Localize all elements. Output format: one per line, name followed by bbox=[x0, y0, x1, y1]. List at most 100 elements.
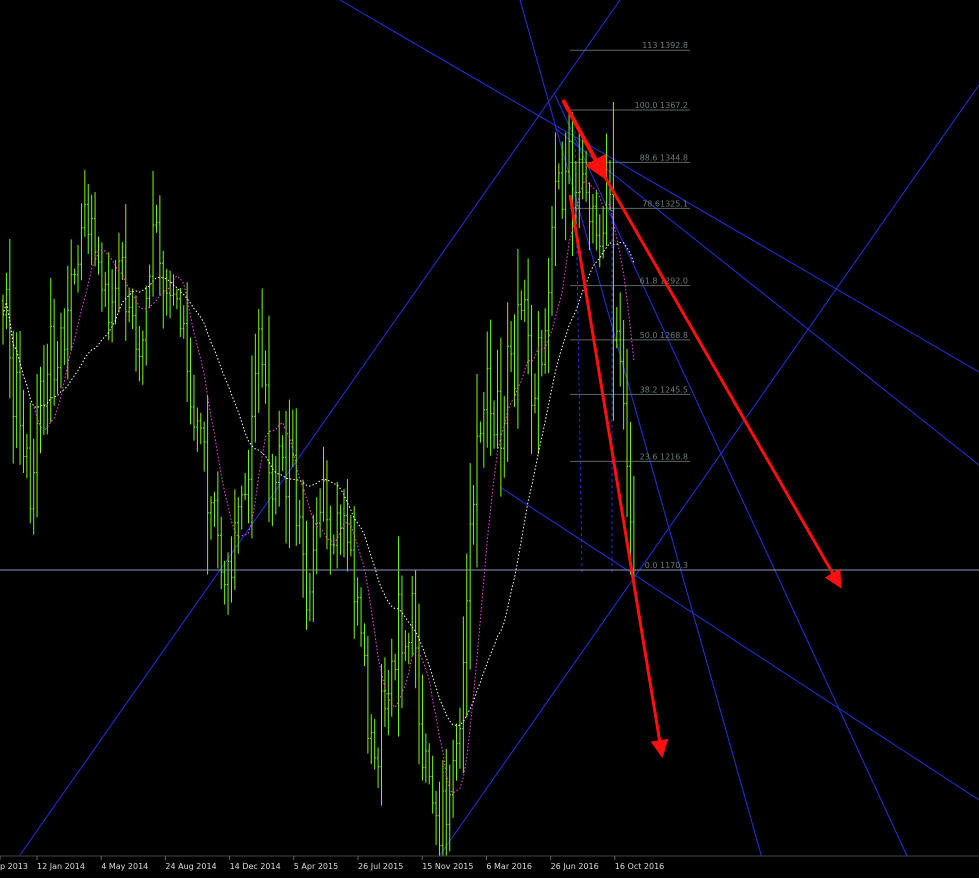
time-axis: p 2013 12 Jan 2014 4 May 2014 24 Aug 2014 14… bbox=[0, 855, 979, 878]
candle bbox=[274, 456, 277, 515]
candle bbox=[162, 250, 165, 329]
candle bbox=[216, 471, 220, 569]
candle bbox=[52, 298, 56, 406]
fib-level-label: 50.0 1268.8 bbox=[640, 331, 688, 340]
candle bbox=[353, 506, 356, 639]
candle bbox=[581, 134, 584, 200]
candle bbox=[393, 654, 397, 681]
candle bbox=[455, 723, 458, 781]
candle bbox=[359, 587, 363, 647]
candle bbox=[66, 265, 69, 380]
candle bbox=[588, 182, 591, 251]
candle bbox=[182, 305, 185, 339]
candle bbox=[100, 242, 104, 312]
time-axis-label: 15 Nov 2015 bbox=[422, 862, 473, 871]
candle bbox=[472, 485, 475, 545]
candle bbox=[206, 395, 209, 575]
candle bbox=[417, 603, 421, 765]
candle bbox=[168, 270, 172, 319]
candle bbox=[414, 570, 417, 689]
candle bbox=[537, 311, 540, 455]
candle bbox=[591, 193, 595, 244]
candle bbox=[465, 553, 468, 718]
candle bbox=[29, 402, 32, 524]
candle bbox=[264, 350, 267, 404]
time-axis-label: 14 Dec 2014 bbox=[230, 862, 281, 871]
candle bbox=[390, 638, 393, 717]
candle bbox=[308, 572, 312, 622]
candle bbox=[363, 623, 366, 667]
ma-slow-line bbox=[2, 241, 635, 726]
candle bbox=[179, 287, 182, 337]
red-arrow bbox=[603, 176, 842, 589]
candle bbox=[312, 514, 315, 622]
candle bbox=[124, 204, 127, 341]
candle bbox=[339, 504, 342, 556]
trendline bbox=[519, 0, 763, 859]
time-axis-label: 6 Mar 2016 bbox=[486, 862, 532, 871]
candle bbox=[547, 257, 550, 374]
candle bbox=[257, 308, 260, 413]
candle bbox=[121, 242, 124, 281]
time-axis-label: 16 Oct 2016 bbox=[615, 862, 664, 871]
candle bbox=[584, 150, 588, 202]
candle bbox=[12, 330, 15, 464]
candle bbox=[482, 391, 486, 468]
candle bbox=[543, 308, 547, 374]
candle bbox=[104, 271, 107, 307]
candle bbox=[1, 294, 5, 345]
candle bbox=[247, 449, 250, 524]
candle bbox=[322, 446, 325, 522]
candle bbox=[117, 232, 121, 313]
candle bbox=[540, 329, 543, 377]
fib-level-label: 88.6 1344.8 bbox=[640, 153, 688, 162]
candle bbox=[513, 314, 516, 407]
candle bbox=[260, 288, 264, 388]
candle bbox=[595, 189, 598, 251]
candle bbox=[42, 345, 46, 436]
candle bbox=[127, 287, 131, 323]
candle bbox=[158, 195, 162, 296]
candle bbox=[605, 133, 608, 247]
moving-averages bbox=[2, 179, 635, 794]
candle bbox=[271, 454, 274, 527]
candle bbox=[380, 663, 383, 806]
candle bbox=[73, 268, 76, 285]
candle bbox=[25, 433, 29, 479]
candle bbox=[400, 575, 404, 708]
trendline bbox=[339, 0, 979, 373]
trendlines-layer bbox=[19, 0, 979, 859]
candle bbox=[83, 169, 87, 237]
candle bbox=[428, 743, 431, 785]
candle bbox=[499, 337, 503, 497]
candle bbox=[240, 485, 243, 530]
candle bbox=[63, 308, 66, 365]
candle bbox=[431, 755, 434, 814]
candle bbox=[421, 674, 424, 781]
candle bbox=[349, 514, 353, 557]
candle bbox=[93, 192, 97, 267]
time-axis-label: 5 Apr 2015 bbox=[294, 862, 338, 871]
candle bbox=[196, 407, 199, 452]
time-axis-label: 26 Jul 2015 bbox=[358, 862, 403, 871]
candle bbox=[110, 269, 114, 343]
candle bbox=[80, 203, 83, 281]
chart-window: 113 1392.8 100.0 1367.2 88.6 1344.8 78.6132… bbox=[0, 0, 979, 878]
candle bbox=[462, 616, 465, 774]
candle bbox=[373, 718, 376, 770]
time-axis-label: 12 Jan 2014 bbox=[37, 862, 85, 871]
fib-level-label: 0.0 1170.3 bbox=[645, 561, 688, 570]
candle bbox=[138, 326, 141, 382]
candle bbox=[298, 499, 301, 545]
candle bbox=[503, 396, 506, 478]
time-axis-label: 24 Aug 2014 bbox=[165, 862, 216, 871]
candle bbox=[550, 206, 554, 316]
candle bbox=[486, 331, 489, 448]
trendline bbox=[439, 84, 979, 856]
candle bbox=[165, 268, 168, 316]
fib-level-label: 113 1392.8 bbox=[642, 41, 688, 50]
candle bbox=[335, 481, 339, 569]
candle bbox=[434, 790, 438, 845]
candle bbox=[76, 244, 80, 293]
candle bbox=[411, 575, 414, 657]
